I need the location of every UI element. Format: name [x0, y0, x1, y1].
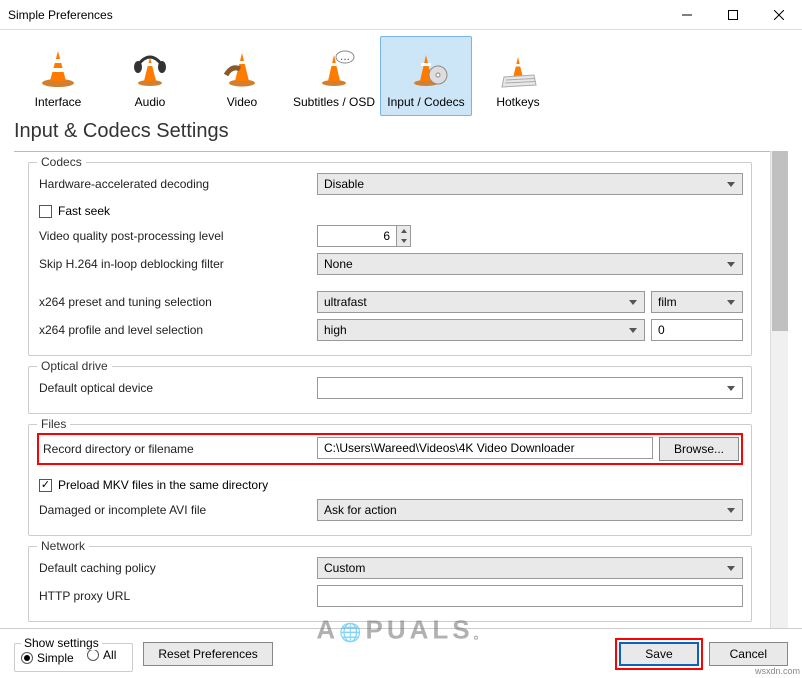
settings-content: Codecs Hardware-accelerated decoding Dis… — [14, 151, 788, 629]
tab-label: Input / Codecs — [387, 95, 464, 109]
preload-mkv-checkbox[interactable] — [39, 479, 52, 492]
x264-level-input[interactable]: 0 — [651, 319, 743, 341]
radio-simple[interactable]: Simple — [21, 651, 74, 665]
scrollbar-thumb[interactable] — [772, 151, 788, 331]
quality-label: Video quality post-processing level — [37, 229, 317, 243]
avi-label: Damaged or incomplete AVI file — [37, 503, 317, 517]
group-legend: Optical drive — [37, 359, 112, 373]
category-tabs: Interface Audio Video ... Subtitles / OS… — [0, 30, 802, 120]
tab-subtitles[interactable]: ... Subtitles / OSD — [288, 36, 380, 116]
skip-label: Skip H.264 in-loop deblocking filter — [37, 257, 317, 271]
maximize-button[interactable] — [710, 0, 756, 30]
film-cone-icon — [218, 43, 266, 91]
caching-label: Default caching policy — [37, 561, 317, 575]
hw-decoding-combo[interactable]: Disable — [317, 173, 743, 195]
codecs-group: Codecs Hardware-accelerated decoding Dis… — [28, 162, 752, 356]
reset-preferences-button[interactable]: Reset Preferences — [143, 642, 272, 666]
tab-input-codecs[interactable]: Input / Codecs — [380, 36, 472, 116]
group-legend: Network — [37, 539, 89, 553]
tab-audio[interactable]: Audio — [104, 36, 196, 116]
tab-interface[interactable]: Interface — [12, 36, 104, 116]
group-legend: Codecs — [37, 155, 86, 169]
optical-default-label: Default optical device — [37, 381, 317, 395]
proxy-label: HTTP proxy URL — [37, 589, 317, 603]
close-button[interactable] — [756, 0, 802, 30]
x264-preset-label: x264 preset and tuning selection — [37, 295, 317, 309]
keyboard-cone-icon — [494, 43, 542, 91]
tab-label: Audio — [135, 95, 166, 109]
avi-combo[interactable]: Ask for action — [317, 499, 743, 521]
corner-text: wsxdn.com — [755, 666, 800, 676]
tab-label: Hotkeys — [496, 95, 539, 109]
tab-label: Subtitles / OSD — [293, 95, 375, 109]
network-group: Network Default caching policy Custom HT… — [28, 546, 752, 622]
tab-video[interactable]: Video — [196, 36, 288, 116]
radio-all[interactable]: All — [87, 648, 116, 662]
page-title: Input & Codecs Settings — [0, 120, 802, 151]
minimize-button[interactable] — [664, 0, 710, 30]
optical-group: Optical drive Default optical device — [28, 366, 752, 414]
tab-label: Interface — [35, 95, 82, 109]
cancel-button[interactable]: Cancel — [709, 642, 788, 666]
optical-default-combo[interactable] — [317, 377, 743, 399]
spin-down-icon[interactable] — [397, 236, 410, 246]
proxy-input[interactable] — [317, 585, 743, 607]
spin-up-icon[interactable] — [397, 226, 410, 236]
tab-hotkeys[interactable]: Hotkeys — [472, 36, 564, 116]
fastseek-label: Fast seek — [58, 204, 110, 218]
x264-profile-combo[interactable]: high — [317, 319, 645, 341]
hw-decoding-label: Hardware-accelerated decoding — [37, 177, 317, 191]
svg-text:...: ... — [340, 49, 350, 63]
cone-icon — [34, 43, 82, 91]
save-button[interactable]: Save — [619, 642, 698, 666]
files-group: Files Record directory or filename C:\Us… — [28, 424, 752, 536]
fastseek-checkbox[interactable] — [39, 205, 52, 218]
skip-combo[interactable]: None — [317, 253, 743, 275]
radio-dot-icon — [87, 649, 99, 661]
bottom-bar: Show settings Simple All Reset Preferenc… — [0, 628, 802, 678]
x264-profile-label: x264 profile and level selection — [37, 323, 317, 337]
speech-cone-icon: ... — [310, 43, 358, 91]
window-title: Simple Preferences — [8, 8, 664, 22]
caching-combo[interactable]: Custom — [317, 557, 743, 579]
titlebar: Simple Preferences — [0, 0, 802, 30]
preload-mkv-label: Preload MKV files in the same directory — [58, 478, 268, 492]
show-settings-group: Show settings Simple All — [14, 643, 133, 672]
x264-tuning-combo[interactable]: film — [651, 291, 743, 313]
quality-spinner[interactable]: 6 — [317, 225, 411, 247]
show-settings-legend: Show settings — [21, 636, 102, 650]
record-dir-input[interactable]: C:\Users\Wareed\Videos\4K Video Download… — [317, 437, 653, 459]
headphones-cone-icon — [126, 43, 174, 91]
radio-dot-icon — [21, 652, 33, 664]
group-legend: Files — [37, 417, 70, 431]
x264-preset-combo[interactable]: ultrafast — [317, 291, 645, 313]
record-dir-label: Record directory or filename — [41, 442, 317, 456]
browse-button[interactable]: Browse... — [659, 437, 739, 461]
disc-cone-icon — [402, 43, 450, 91]
scrollbar[interactable] — [770, 151, 788, 629]
tab-label: Video — [227, 95, 257, 109]
